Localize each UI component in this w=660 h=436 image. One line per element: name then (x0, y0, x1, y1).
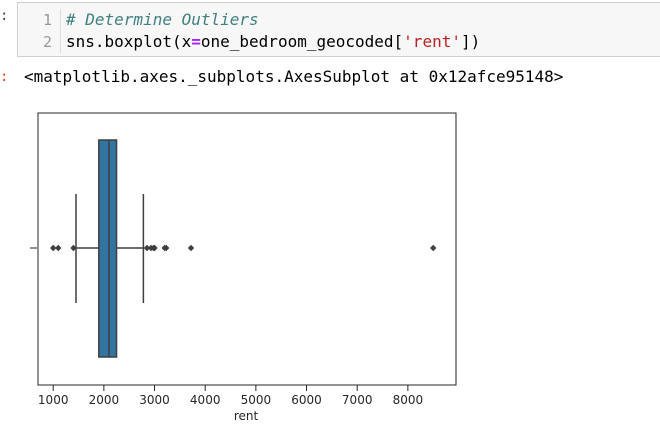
line-number-gutter: 1 2 (18, 9, 61, 53)
x-tick-label: 8000 (393, 393, 424, 407)
x-axis-label: rent (234, 409, 259, 423)
code-string-argument: 'rent' (403, 32, 461, 51)
input-prompt: : (0, 8, 9, 24)
code-assign-operator: = (191, 32, 201, 51)
output-prompt: : (0, 69, 9, 85)
x-tick-label: 6000 (291, 393, 322, 407)
x-axis-ticks: 1000 2000 3000 4000 5000 6000 7000 8000 (38, 385, 423, 407)
line-number: 1 (42, 11, 52, 29)
code-line-1[interactable]: # Determine Outliers (66, 9, 259, 31)
x-tick-label: 2000 (89, 393, 120, 407)
code-call-suffix: ]) (460, 32, 481, 51)
code-call-argument: one_bedroom_geocoded[ (200, 32, 404, 51)
line-number: 2 (42, 33, 52, 51)
x-tick-label: 3000 (139, 393, 170, 407)
x-tick-label: 7000 (342, 393, 373, 407)
output-text: <matplotlib.axes._subplots.AxesSubplot a… (24, 67, 564, 86)
x-tick-label: 4000 (190, 393, 221, 407)
x-tick-label: 1000 (38, 393, 69, 407)
code-cell[interactable]: 1 2 # Determine Outliers sns.boxplot(x=o… (17, 2, 660, 57)
code-call-prefix: sns.boxplot(x (66, 32, 192, 51)
x-tick-label: 5000 (241, 393, 272, 407)
code-comment: # Determine Outliers (66, 10, 259, 29)
boxplot-chart: 1000 2000 3000 4000 5000 6000 7000 8000 rent (30, 112, 457, 423)
interquartile-box (98, 139, 118, 358)
code-line-2[interactable]: sns.boxplot(x=one_bedroom_geocoded['rent… (66, 31, 480, 53)
